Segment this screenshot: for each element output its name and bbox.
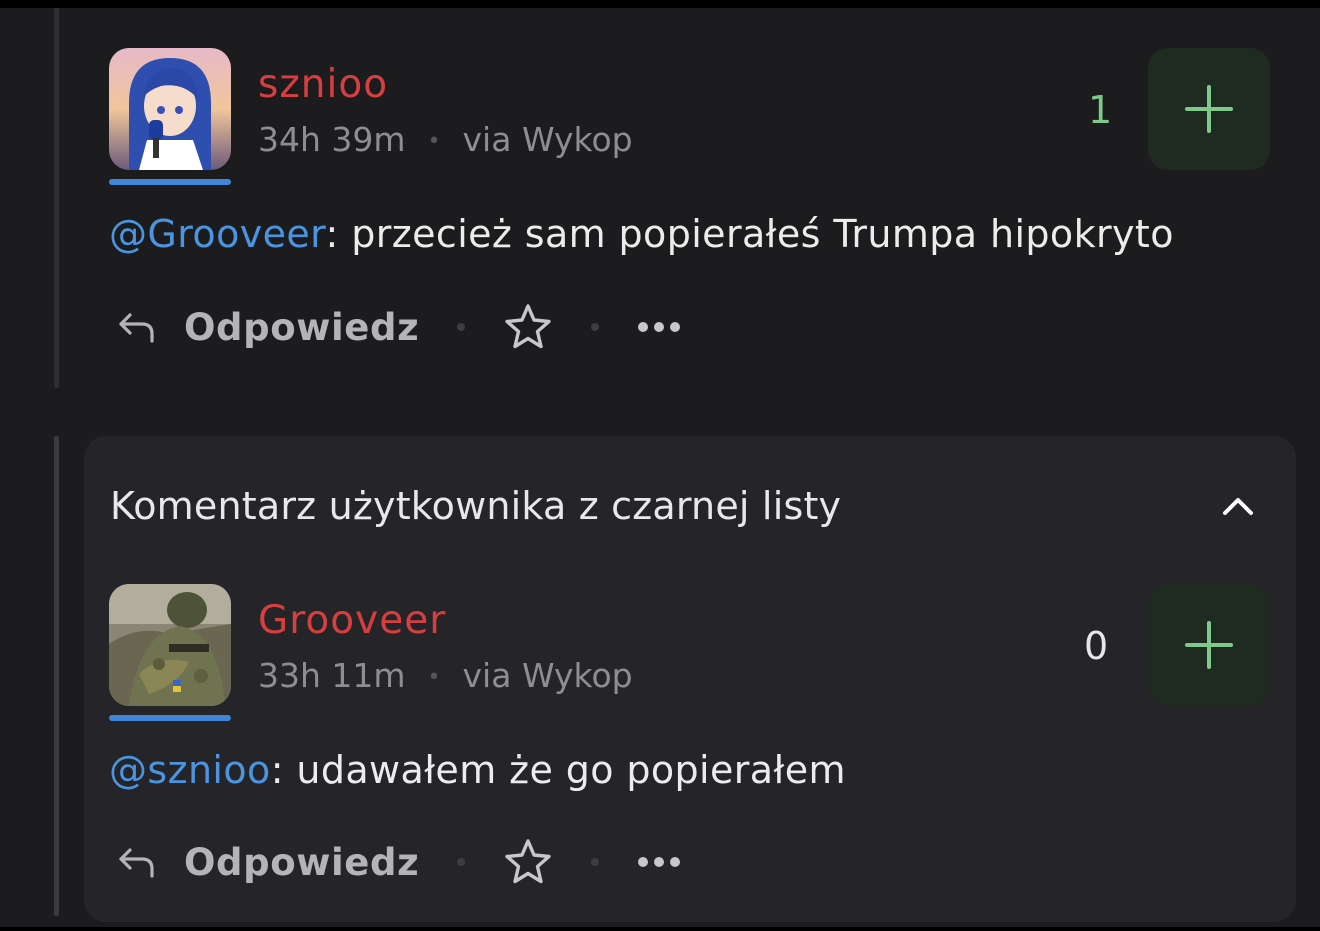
separator-dot: • bbox=[427, 129, 441, 154]
username[interactable]: sznioo bbox=[258, 62, 388, 107]
plus-icon bbox=[1185, 85, 1233, 133]
comment-text: : przecież sam popierałeś Trumpa hipokry… bbox=[325, 212, 1174, 256]
bottom-edge bbox=[0, 927, 1320, 931]
more-icon[interactable] bbox=[637, 320, 681, 334]
comment-actions: Odpowiedz bbox=[116, 302, 681, 352]
reply-icon[interactable] bbox=[116, 307, 156, 347]
source: via Wykop bbox=[462, 120, 633, 159]
chevron-up-icon[interactable] bbox=[1220, 488, 1256, 524]
comment-sznioo: sznioo 34h 39m • via Wykop 1 @Grooveer: pr… bbox=[0, 0, 1320, 400]
separator-dot bbox=[457, 323, 466, 331]
avatar[interactable] bbox=[109, 48, 231, 170]
timestamp: 34h 39m bbox=[258, 120, 406, 159]
comment-meta: 34h 39m • via Wykop bbox=[258, 120, 633, 159]
blocked-title: Komentarz użytkownika z czarnej listy bbox=[110, 484, 842, 528]
mention-link[interactable]: @Grooveer bbox=[109, 212, 326, 256]
reply-button[interactable]: Odpowiedz bbox=[184, 306, 419, 349]
vote-count: 1 bbox=[1088, 88, 1113, 132]
thread-line bbox=[54, 436, 59, 916]
star-icon[interactable] bbox=[503, 302, 553, 352]
upvote-button[interactable] bbox=[1148, 48, 1270, 170]
blocked-comment-box: Komentarz użytkownika z czarnej listy bbox=[84, 436, 1296, 922]
avatar-underline bbox=[109, 179, 231, 185]
separator-dot bbox=[591, 323, 600, 331]
comment-body: @Grooveer: przecież sam popierałeś Trump… bbox=[109, 212, 1174, 256]
